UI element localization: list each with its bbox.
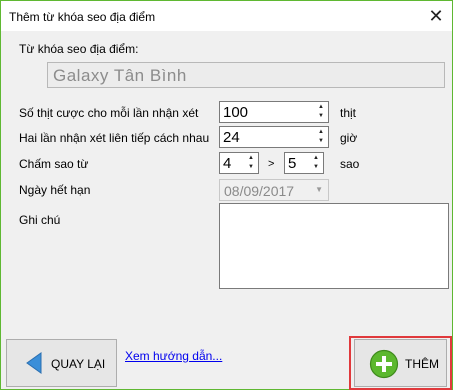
close-icon[interactable]: ✕ bbox=[425, 5, 447, 27]
interval-label: Hai lần nhận xét liên tiếp cách nhau bbox=[19, 131, 210, 145]
expiry-date-picker: 08/09/2017 ▼ bbox=[219, 179, 329, 201]
stars-label: Chấm sao từ bbox=[19, 157, 89, 171]
cost-unit: thịt bbox=[340, 106, 357, 120]
help-link[interactable]: Xem hướng dẫn... bbox=[125, 349, 222, 363]
keyword-field: Galaxy Tân Bình bbox=[47, 62, 445, 88]
interval-unit: giờ bbox=[340, 131, 358, 145]
add-button-highlight bbox=[349, 336, 452, 390]
stars-to-value: 5 bbox=[288, 155, 297, 172]
back-button[interactable]: QUAY LẠI bbox=[6, 339, 117, 387]
dialog-window: Thêm từ khóa seo địa điểm ✕ Từ khóa seo … bbox=[0, 0, 453, 390]
title-bar: Thêm từ khóa seo địa điểm ✕ bbox=[1, 1, 452, 31]
expiry-value: 08/09/2017 bbox=[224, 183, 295, 199]
interval-value: 24 bbox=[223, 129, 240, 146]
cost-label: Số thịt cược cho mỗi lần nhận xét bbox=[19, 106, 199, 120]
stars-separator: > bbox=[268, 158, 275, 170]
stars-from-value: 4 bbox=[223, 155, 232, 172]
spin-arrows-icon[interactable]: ▲ ▼ bbox=[312, 154, 320, 172]
cost-value: 100 bbox=[223, 104, 249, 121]
notes-label: Ghi chú bbox=[19, 213, 61, 227]
interval-stepper[interactable]: 24 ▲ ▼ bbox=[219, 126, 329, 148]
expiry-label: Ngày hết hạn bbox=[19, 183, 91, 197]
spin-arrows-icon[interactable]: ▲ ▼ bbox=[247, 154, 255, 172]
dialog-body: Từ khóa seo địa điểm: Galaxy Tân Bình Số… bbox=[1, 31, 452, 390]
cost-stepper[interactable]: 100 ▲ ▼ bbox=[219, 101, 329, 123]
stars-from-stepper[interactable]: 4 ▲ ▼ bbox=[219, 152, 259, 174]
keyword-label: Từ khóa seo địa điểm: bbox=[19, 42, 139, 56]
dialog-title: Thêm từ khóa seo địa điểm bbox=[9, 10, 156, 24]
spin-arrows-icon[interactable]: ▲ ▼ bbox=[317, 128, 325, 146]
dropdown-arrow-icon: ▼ bbox=[315, 185, 323, 194]
spin-arrows-icon[interactable]: ▲ ▼ bbox=[317, 103, 325, 121]
stars-unit: sao bbox=[340, 157, 360, 171]
back-arrow-icon bbox=[25, 352, 43, 377]
back-button-label: QUAY LẠI bbox=[51, 357, 106, 371]
stars-to-stepper[interactable]: 5 ▲ ▼ bbox=[284, 152, 324, 174]
notes-textarea[interactable] bbox=[219, 203, 449, 289]
